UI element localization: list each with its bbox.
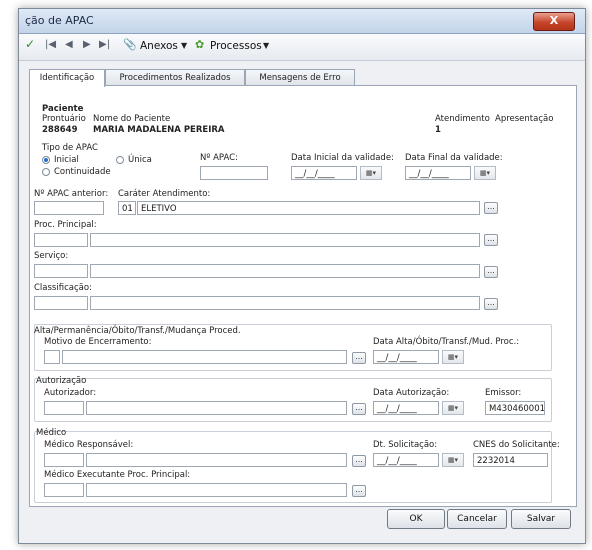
numero-apac-input[interactable]	[200, 166, 268, 180]
medico-executante-name-input[interactable]	[86, 483, 347, 497]
classificacao-desc-input[interactable]	[90, 296, 480, 310]
title-bar: ção de APAC X	[19, 9, 585, 34]
data-inicial-input[interactable]: __/__/____	[291, 166, 357, 180]
chevron-down-icon[interactable]: ▼	[263, 41, 269, 50]
apresentacao-label: Apresentação	[495, 114, 554, 124]
calendar-icon[interactable]: ▦▾	[442, 453, 464, 467]
prontuario-value: 288649	[42, 125, 78, 135]
motivo-code-input[interactable]	[44, 350, 60, 364]
carater-value-input[interactable]: ELETIVO	[137, 201, 480, 215]
radio-unica-label: Única	[128, 155, 152, 165]
chevron-down-icon[interactable]: ▼	[181, 41, 187, 50]
prontuario-label: Prontuário	[42, 114, 86, 124]
autorizador-lookup-button[interactable]: ...	[352, 403, 366, 415]
previous-record-icon[interactable]: ◀	[65, 39, 73, 50]
data-autorizacao-label: Data Autorização:	[373, 388, 450, 398]
processos-menu[interactable]: Processos	[210, 40, 262, 52]
radio-unica[interactable]	[116, 156, 124, 164]
calendar-icon[interactable]: ▦▾	[442, 350, 464, 364]
autorizacao-group	[34, 378, 552, 422]
first-record-icon[interactable]: |◀	[45, 39, 56, 50]
processos-icon[interactable]: ✿	[195, 38, 204, 51]
ok-button[interactable]: OK	[387, 509, 445, 529]
nome-paciente-value: MARIA MADALENA PEREIRA	[93, 125, 225, 135]
data-final-label: Data Final da validade:	[405, 153, 503, 163]
close-button[interactable]: X	[533, 12, 575, 31]
medico-responsavel-lookup-button[interactable]: ...	[352, 455, 366, 467]
emissor-label: Emissor:	[485, 388, 522, 398]
calendar-icon[interactable]: ▦▾	[442, 401, 464, 415]
alta-group-title: Alta/Permanência/Óbito/Transf./Mudança P…	[34, 326, 241, 336]
data-alta-input[interactable]: __/__/____	[373, 350, 439, 364]
carater-label: Caráter Atendimento:	[118, 189, 211, 199]
autorizador-code-input[interactable]	[44, 401, 84, 415]
last-record-icon[interactable]: ▶|	[99, 39, 110, 50]
medico-responsavel-name-input[interactable]	[86, 453, 347, 467]
medico-responsavel-code-input[interactable]	[44, 453, 84, 467]
radio-continuidade-label: Continuidade	[54, 167, 111, 177]
autorizador-name-input[interactable]	[86, 401, 347, 415]
medico-executante-code-input[interactable]	[44, 483, 84, 497]
autorizacao-group-title: Autorização	[36, 376, 87, 386]
carater-lookup-button[interactable]: ...	[484, 202, 498, 214]
tab-mensagens-de-erro[interactable]: Mensagens de Erro	[245, 69, 355, 86]
window-title: ção de APAC	[25, 14, 94, 27]
autorizador-label: Autorizador:	[44, 388, 97, 398]
carater-code-input[interactable]: 01	[118, 201, 136, 215]
save-icon[interactable]: ✓	[25, 37, 35, 51]
toolbar: ✓ |◀ ◀ ▶ ▶| 📎 Anexos ▼ ✿ Processos ▼	[19, 34, 585, 61]
medico-executante-label: Médico Executante Proc. Principal:	[44, 470, 191, 480]
cnes-input[interactable]: 2232014	[473, 453, 548, 467]
calendar-icon[interactable]: ▦▾	[474, 166, 496, 180]
dt-solicitacao-input[interactable]: __/__/____	[373, 453, 439, 467]
calendar-icon[interactable]: ▦▾	[360, 166, 382, 180]
servico-desc-input[interactable]	[90, 264, 480, 278]
proc-principal-lookup-button[interactable]: ...	[484, 234, 498, 246]
proc-principal-label: Proc. Principal:	[34, 220, 97, 230]
atendimento-label: Atendimento	[435, 114, 490, 124]
servico-lookup-button[interactable]: ...	[484, 266, 498, 278]
identificacao-panel: Paciente Prontuário Nome do Paciente Ate…	[29, 85, 577, 507]
apresentacao-value: 1	[435, 125, 441, 135]
data-final-input[interactable]: __/__/____	[405, 166, 471, 180]
apac-window: ção de APAC X ✓ |◀ ◀ ▶ ▶| 📎 Anexos ▼ ✿ P…	[18, 8, 586, 544]
medico-group-title: Médico	[36, 428, 67, 438]
nome-paciente-label: Nome do Paciente	[93, 114, 171, 124]
emissor-input[interactable]: M430460001	[485, 401, 545, 415]
cnes-label: CNES do Solicitante:	[473, 440, 560, 450]
motivo-desc-input[interactable]	[62, 350, 347, 364]
proc-principal-desc-input[interactable]	[90, 233, 480, 247]
servico-code-input[interactable]	[34, 264, 88, 278]
data-inicial-label: Data Inicial da validade:	[291, 153, 394, 163]
dt-solicitacao-label: Dt. Solicitação:	[373, 440, 438, 450]
classificacao-lookup-button[interactable]: ...	[484, 298, 498, 310]
cancel-button[interactable]: Cancelar	[447, 509, 507, 529]
attachment-icon[interactable]: 📎	[123, 38, 137, 51]
classificacao-label: Classificação:	[34, 283, 92, 293]
data-alta-label: Data Alta/Óbito/Transf./Mud. Proc.:	[373, 337, 520, 347]
medico-responsavel-label: Médico Responsável:	[44, 440, 134, 450]
tab-identificacao[interactable]: Identificação	[29, 69, 105, 87]
data-autorizacao-input[interactable]: __/__/____	[373, 401, 439, 415]
radio-continuidade[interactable]	[42, 168, 50, 176]
motivo-lookup-button[interactable]: ...	[352, 352, 366, 364]
paciente-section-title: Paciente	[42, 104, 84, 114]
servico-label: Serviço:	[34, 251, 69, 261]
radio-inicial[interactable]	[42, 156, 50, 164]
next-record-icon[interactable]: ▶	[83, 39, 91, 50]
motivo-encerramento-label: Motivo de Encerramento:	[44, 337, 152, 347]
classificacao-code-input[interactable]	[34, 296, 88, 310]
tipo-apac-label: Tipo de APAC	[42, 143, 98, 153]
tab-procedimentos-realizados[interactable]: Procedimentos Realizados	[105, 69, 245, 86]
anexos-menu[interactable]: Anexos	[140, 40, 178, 52]
save-button[interactable]: Salvar	[511, 509, 571, 529]
apac-anterior-input[interactable]	[34, 201, 104, 215]
proc-principal-code-input[interactable]	[34, 233, 88, 247]
apac-anterior-label: Nº APAC anterior:	[34, 189, 109, 199]
medico-executante-lookup-button[interactable]: ...	[352, 485, 366, 497]
radio-inicial-label: Inicial	[54, 155, 79, 165]
numero-apac-label: Nº APAC:	[200, 153, 238, 163]
